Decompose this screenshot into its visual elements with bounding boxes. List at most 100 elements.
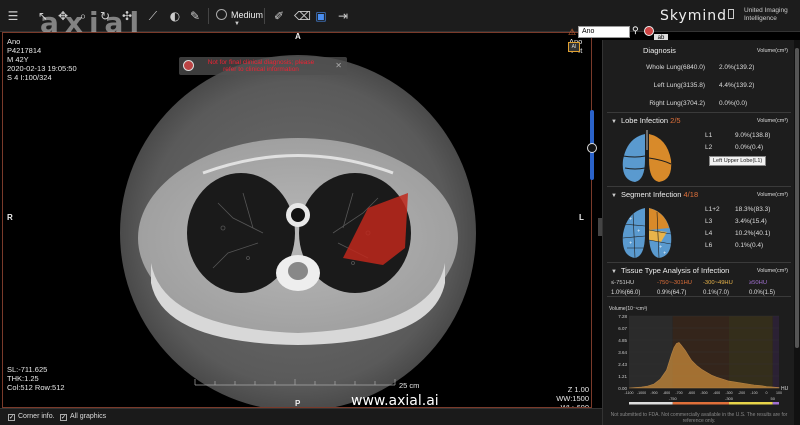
orientation-posterior: P [295, 399, 301, 408]
bottom-bar: ✓ Corner info. ✓ All graphics [0, 408, 602, 425]
ai-toggle-icon[interactable]: AI [568, 42, 580, 52]
slice-index: S 4 I:100/324 [7, 73, 52, 82]
lobe-row-value: 9.0%(138.8) [735, 132, 771, 139]
corner-info-checkbox[interactable]: ✓ Corner info. [8, 413, 55, 421]
axial-url-watermark: www.axial.ai [351, 393, 439, 408]
diagnosis-unit: Volume(cm³) [756, 48, 788, 54]
toolbar: ☰ ↖ ✥ ⌕ ↻ ✣ ⟋ ◐ ✎ Medium ▼ ✐ ⌫ ▣ ⇥ axial… [0, 0, 800, 39]
zoom-level-label: Medium [231, 10, 264, 20]
y-axis-label: Volume(10⁻¹cm³) [609, 306, 648, 312]
orientation-anterior: A [295, 32, 301, 41]
lobe-row-label: L1 [705, 132, 713, 139]
hu-range-header: ≥50HU [749, 280, 768, 286]
analysis-panel: Diagnosis Volume(cm³) Whole Lung(6840.0)… [602, 40, 794, 425]
layout-icon[interactable]: ▣ [314, 9, 328, 23]
lobe-row-label: L2 [705, 144, 713, 151]
measure-icon[interactable]: ⟋ [146, 9, 160, 23]
hu-color-bar [672, 402, 729, 405]
warning-icon [183, 60, 194, 71]
hu-color-bar [772, 402, 779, 405]
tissue-analysis-title[interactable]: ▼ Tissue Type Analysis of Infection [611, 266, 729, 275]
segment-unit: Volume(cm³) [756, 192, 788, 198]
lobe-infection-title[interactable]: ▼ Lobe Infection 2/5 [611, 116, 681, 125]
export-icon[interactable]: ⇥ [336, 9, 350, 23]
threshold-label: -300 [725, 396, 734, 401]
company-name-line-2: Intelligence [744, 15, 777, 22]
report-icon[interactable] [644, 26, 654, 36]
segment-infection-label: Segment Infection [620, 190, 682, 199]
hu-range-header: ≤-751HU [611, 280, 635, 286]
contrast-icon[interactable]: ◐ [168, 9, 182, 23]
chevron-down-icon[interactable]: ▼ [234, 21, 240, 27]
menu-icon[interactable]: ☰ [6, 9, 20, 23]
disclaimer-banner: Not for final clinical diagnosis; please… [179, 57, 347, 75]
x-tick-label: -100 [750, 391, 757, 395]
hu-color-bar [729, 402, 773, 405]
y-tick-label: 1.21 [618, 374, 627, 379]
segment-lung-diagram[interactable]: +++ ++ [617, 204, 677, 262]
patient-id: P4217814 [7, 46, 42, 55]
hu-range-header: -300~49HU [703, 280, 733, 286]
search-input[interactable]: Ano [578, 26, 630, 38]
slice-location: SL:-711.625 [7, 365, 48, 374]
slice-params: SL:-711.625 THK:1.25 Col:512 Row:512 [7, 365, 65, 392]
pen-icon[interactable]: ✎ [188, 9, 202, 23]
lobe-infection-count: 2/5 [670, 116, 681, 125]
eraser-icon[interactable]: ⌫ [294, 9, 311, 23]
section-divider [607, 296, 791, 297]
search-icon[interactable]: ⚲ [632, 26, 642, 36]
collapse-triangle-icon: ▼ [611, 193, 617, 199]
threshold-label: -750 [669, 396, 678, 401]
x-tick-label: -600 [688, 391, 695, 395]
svg-text:+: + [629, 240, 632, 245]
y-tick-label: 7.28 [618, 314, 627, 319]
diagnosis-row-value: 4.4%(139.2) [719, 82, 755, 89]
segment-infection-count: 4/18 [683, 190, 699, 199]
x-tick-label: -1000 [637, 391, 646, 395]
matrix-size: Col:512 Row:512 [7, 383, 65, 392]
diagnosis-title: Diagnosis [643, 46, 676, 55]
orientation-left: L [579, 213, 584, 222]
diagnosis-row-label: Left Lung(3135.8) [653, 82, 705, 89]
y-tick-label: 2.43 [618, 362, 627, 367]
x-tick-label: -300 [725, 391, 732, 395]
spinal-canal [288, 262, 308, 280]
diagnosis-row-label: Whole Lung(6840.0) [646, 64, 705, 71]
segment-row-value: 3.4%(15.4) [735, 218, 767, 225]
collapse-triangle-icon: ▼ [611, 269, 617, 275]
zoom-level-select[interactable]: Medium ▼ [216, 9, 264, 27]
ruler-icon[interactable]: ✐ [272, 9, 286, 23]
all-graphics-checkbox[interactable]: ✓ All graphics [60, 413, 106, 421]
slice-thickness: THK:1.25 [7, 374, 39, 383]
lobe-lung-diagram[interactable] [617, 130, 677, 186]
x-tick-label: -500 [700, 391, 707, 395]
y-tick-label: 4.85 [618, 338, 627, 343]
segment-infection-title[interactable]: ▼ Segment Infection 4/18 [611, 190, 698, 199]
medium-circle-icon [216, 9, 227, 20]
segment-row-value: 18.3%(83.3) [735, 206, 771, 213]
all-graphics-label: All graphics [70, 413, 107, 420]
ct-viewer[interactable]: Ano P4217814 M 42Y 2020-02-13 19:05:50 S… [2, 32, 592, 408]
y-tick-label: 6.07 [618, 326, 627, 331]
svg-text:+: + [629, 216, 632, 221]
section-divider [607, 262, 791, 263]
x-tick-label: -400 [713, 391, 720, 395]
segment-row-value: 10.2%(40.1) [735, 230, 771, 237]
close-icon[interactable]: ✕ [335, 61, 342, 70]
x-tick-label: -700 [675, 391, 682, 395]
x-tick-label: -800 [663, 391, 670, 395]
alert-icon[interactable]: ⚠ [568, 28, 578, 38]
patient-info: Ano P4217814 M 42Y 2020-02-13 19:05:50 S… [7, 37, 77, 82]
y-tick-label: 3.64 [618, 350, 627, 355]
hu-range-header: -750~-301HU [657, 280, 692, 286]
company-name-line-1: United Imaging [744, 7, 788, 14]
slice-slider-handle[interactable] [587, 143, 597, 153]
panel-scrollbar-thumb[interactable] [795, 48, 799, 348]
patient-name: Ano [7, 37, 21, 46]
checkbox-icon: ✓ [60, 414, 67, 421]
x-tick-label: -1100 [625, 391, 634, 395]
segment-row-label: L6 [705, 242, 713, 249]
lobe-unit: Volume(cm³) [756, 118, 788, 124]
orientation-right: R [7, 213, 13, 222]
panel-scrollbar[interactable] [794, 40, 800, 425]
